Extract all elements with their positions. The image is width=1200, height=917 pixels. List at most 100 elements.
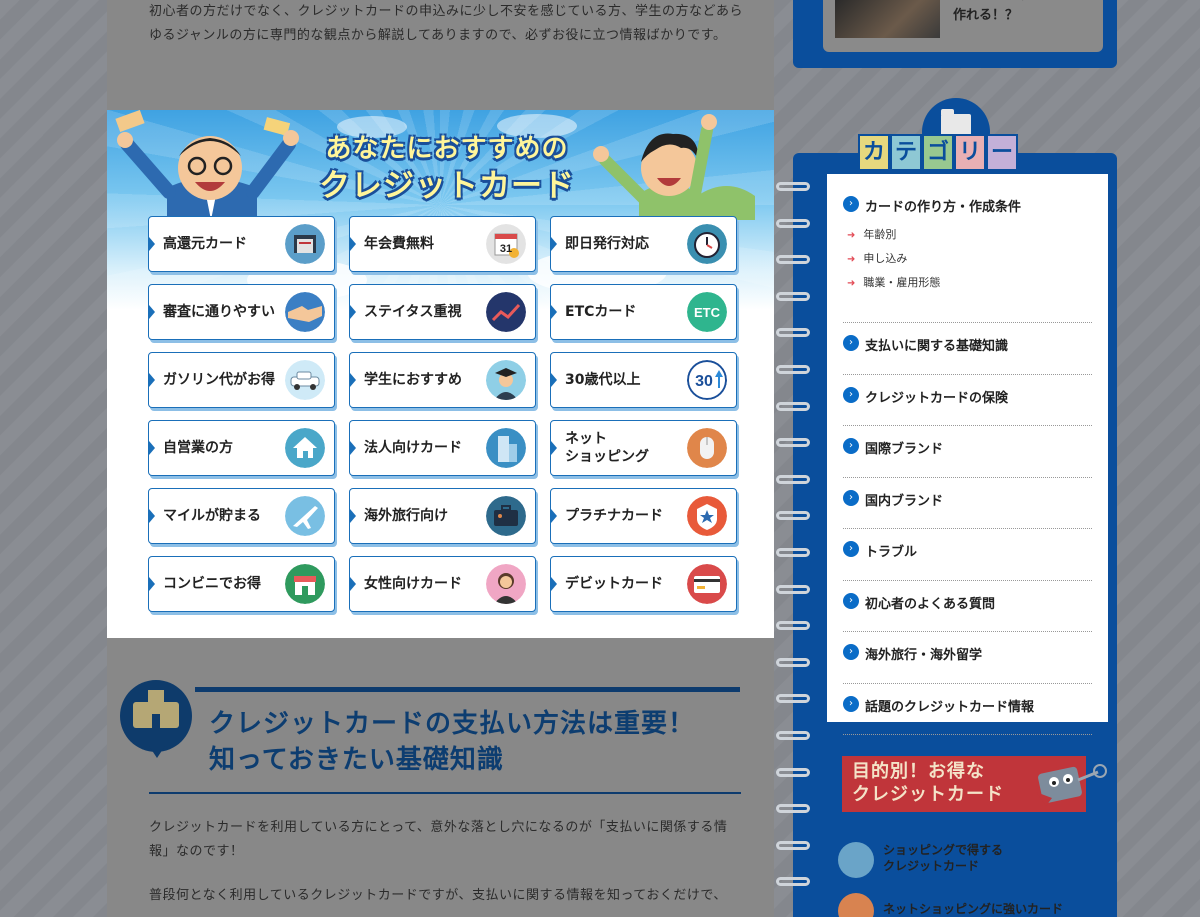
recommendation-card[interactable]: 30歳代以上 30 [550, 352, 737, 408]
recommendation-card-label[interactable]: 自営業の方 [163, 421, 288, 475]
recommendation-card[interactable]: 年会費無料 31 [349, 216, 536, 272]
recommendation-modal: あなたにおすすめの クレジットカード 高還元カード 年会費無料 31 即日発行対応審査… [107, 110, 774, 638]
category-link[interactable]: トラブル [865, 541, 917, 560]
purpose-link-text[interactable]: ネットショッピングに強いカード [883, 901, 1063, 917]
subcategory-link[interactable]: ➜ 職業・雇用形態 [847, 274, 940, 290]
recommendation-card-label[interactable]: ETCカード [565, 285, 690, 339]
card-slot-icon [285, 224, 325, 264]
car-icon [285, 360, 325, 400]
arrow-right-icon: ➜ [847, 278, 856, 289]
recommendation-card-label[interactable]: ガソリン代がお得 [163, 353, 288, 407]
category-item[interactable]: › 初心者のよくある質問 [843, 581, 1092, 632]
binder-ring [776, 877, 810, 887]
recommendation-card-label[interactable]: 高還元カード [163, 217, 288, 271]
category-item[interactable]: › クレジットカードの保険 [843, 375, 1092, 426]
recommendation-card-label[interactable]: 年会費無料 [364, 217, 489, 271]
purpose-link[interactable]: ネットショッピングに強いカード [838, 893, 1098, 917]
recommendation-card-label[interactable]: 審査に通りやすい [163, 285, 288, 339]
recommendation-card[interactable]: ガソリン代がお得 [148, 352, 335, 408]
subcategory-link[interactable]: ➜ 申し込み [847, 250, 907, 266]
recommendation-card[interactable]: 即日発行対応 [550, 216, 737, 272]
category-item[interactable]: › 国際ブランド [843, 426, 1092, 478]
chevron-right-icon: › [843, 592, 859, 609]
sidebar-top-link[interactable]: でもクレジットカードは 作れる！？ [823, 0, 1103, 52]
category-link[interactable]: カードの作り方・作成条件 [865, 196, 1021, 215]
modal-title: あなたにおすすめの クレジットカード [312, 132, 582, 206]
recommendation-card-label[interactable]: マイルが貯まる [163, 489, 288, 543]
binder-ring [776, 511, 810, 521]
purpose-link-line2[interactable]: クレジットカード [883, 858, 1003, 874]
article-thumbnail[interactable] [835, 0, 940, 38]
subcategory-label[interactable]: 職業・雇用形態 [863, 276, 940, 289]
modal-title-line2: クレジットカード [319, 168, 575, 204]
chevron-right-icon: › [843, 644, 859, 660]
recommendation-card-label[interactable]: ネット ショッピング [565, 421, 690, 475]
recommendation-card[interactable]: 高還元カード [148, 216, 335, 272]
binder-ring [776, 840, 810, 850]
recommendation-card-label[interactable]: プラチナカード [565, 489, 690, 543]
recommendation-card[interactable]: デビットカード [550, 556, 737, 612]
age-30-up-icon: 30 [687, 360, 727, 400]
subcategory-label[interactable]: 年齢別 [863, 228, 896, 241]
recommendation-card[interactable]: プラチナカード [550, 488, 737, 544]
body-paragraph: クレジットカードを利用している方にとって、意外な落とし穴になるのが「支払いに関係… [149, 820, 728, 859]
svg-text:ETC: ETC [694, 305, 721, 320]
recommendation-card[interactable]: 女性向けカード [349, 556, 536, 612]
airplane-icon [285, 496, 325, 536]
purpose-link[interactable]: ショッピングで得する クレジットカード [838, 842, 1098, 886]
recommendation-card-label[interactable]: 30歳代以上 [565, 353, 690, 407]
recommendation-card-label[interactable]: 法人向けカード [364, 421, 489, 475]
recommendation-card[interactable]: コンビニでお得 [148, 556, 335, 612]
recommendation-card-label[interactable]: デビットカード [565, 557, 690, 611]
purpose-link-line1[interactable]: ネットショッピングに強いカード [883, 901, 1063, 917]
category-heading-char: ー [986, 134, 1018, 171]
purpose-link-line1[interactable]: ショッピングで得する [883, 842, 1003, 858]
recommendation-card[interactable]: 海外旅行向け [349, 488, 536, 544]
mouse-icon [687, 428, 727, 468]
recommendation-card-label[interactable]: 女性向けカード [364, 557, 489, 611]
category-item[interactable]: › 支払いに関する基礎知識 [843, 323, 1092, 375]
modal-title-line1: あなたにおすすめの [325, 134, 569, 164]
chevron-right-icon: › [843, 489, 859, 506]
shopping-basket-icon [838, 842, 874, 878]
recommendation-card[interactable]: ネット ショッピング [550, 420, 737, 476]
recommendation-card-label[interactable]: ステイタス重視 [364, 285, 489, 339]
recommendation-card-label[interactable]: 海外旅行向け [364, 489, 489, 543]
recommendation-card[interactable]: ステイタス重視 [349, 284, 536, 340]
recommendation-card-label[interactable]: 即日発行対応 [565, 217, 690, 271]
subcategory-link[interactable]: ➜ 年齢別 [847, 226, 896, 242]
purpose-banner-line1: 目的別！お得な [852, 761, 985, 782]
sidebar-top-link-text[interactable]: でもクレジットカードは 作れる！？ [953, 0, 1096, 26]
category-item[interactable]: › 国内ブランド [843, 478, 1092, 529]
category-link[interactable]: クレジットカードの保険 [865, 387, 1008, 406]
recommendation-card[interactable]: 自営業の方 [148, 420, 335, 476]
subcategory-label[interactable]: 申し込み [863, 252, 907, 265]
category-link[interactable]: 国内ブランド [865, 490, 943, 509]
binder-ring [776, 767, 810, 777]
category-item[interactable]: › トラブル [843, 529, 1092, 581]
recommendation-card[interactable]: ETCカード ETC [550, 284, 737, 340]
category-item[interactable]: › 話題のクレジットカード情報 [843, 684, 1092, 735]
category-heading-char: カ [858, 134, 890, 171]
recommendation-card[interactable]: 学生におすすめ [349, 352, 536, 408]
category-link[interactable]: 海外旅行・海外留学 [865, 644, 982, 663]
recommendation-card[interactable]: 審査に通りやすい [148, 284, 335, 340]
category-item[interactable]: › 海外旅行・海外留学 [843, 632, 1092, 684]
category-link[interactable]: 支払いに関する基礎知識 [865, 335, 1008, 354]
category-link[interactable]: 初心者のよくある質問 [865, 593, 995, 612]
recommendation-card-label[interactable]: 学生におすすめ [364, 353, 489, 407]
recommendation-card[interactable]: 法人向けカード [349, 420, 536, 476]
section-bottom-rule [149, 792, 741, 794]
mouse-icon [838, 893, 874, 917]
category-item[interactable]: › カードの作り方・作成条件 ➜ 年齢別 ➜ 申し込み ➜ 職業・雇用形態 [843, 192, 1092, 323]
recommendation-card-label[interactable]: コンビニでお得 [163, 557, 288, 611]
recommendation-card[interactable]: マイルが貯まる [148, 488, 335, 544]
category-link[interactable]: 話題のクレジットカード情報 [865, 696, 1034, 715]
badge-icon [687, 496, 727, 536]
sidebar-top-widget: でもクレジットカードは 作れる！？ [793, 0, 1117, 68]
store-icon [285, 564, 325, 604]
purpose-banner-title: 目的別！お得な クレジットカード [852, 760, 1004, 806]
category-link[interactable]: 国際ブランド [865, 438, 943, 457]
chevron-right-icon: › [843, 695, 859, 712]
purpose-link-text[interactable]: ショッピングで得する クレジットカード [883, 842, 1003, 874]
